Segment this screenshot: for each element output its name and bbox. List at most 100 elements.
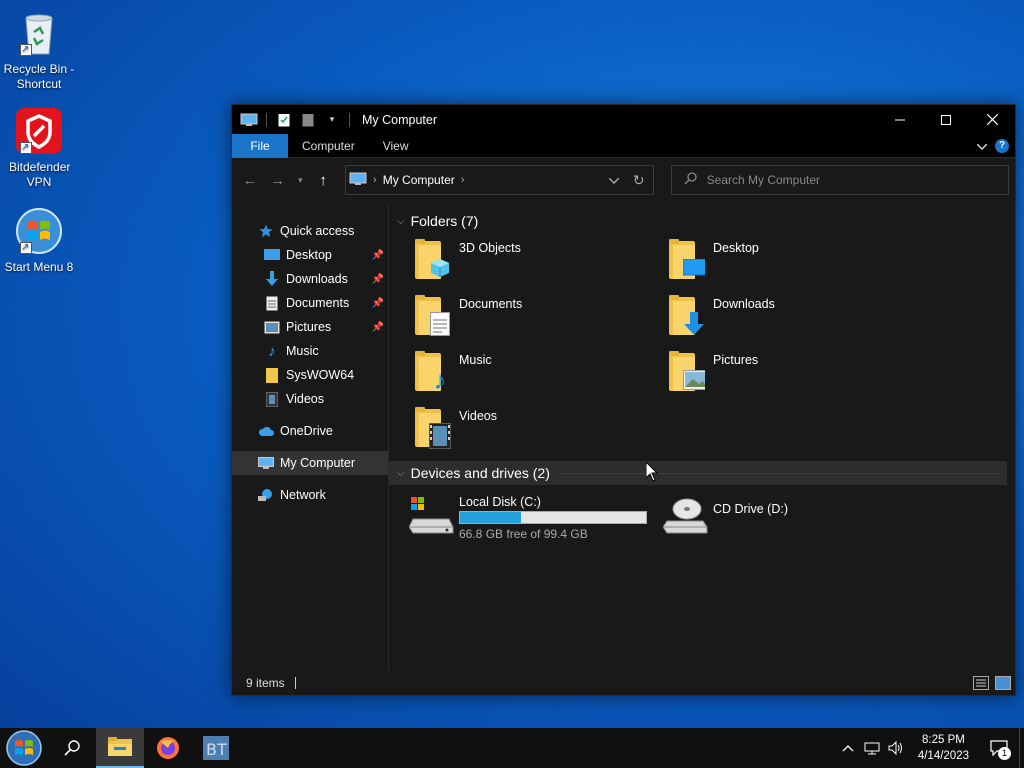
folder-music[interactable]: ♪ Music [413, 349, 667, 397]
3d-objects-folder-icon [413, 237, 453, 281]
start-button[interactable] [0, 728, 48, 768]
pin-icon: 📌 [371, 249, 384, 261]
help-icon[interactable]: ? [995, 138, 1009, 153]
sidebar-item-documents[interactable]: Documents 📌 [232, 291, 388, 315]
desktop-folder-icon [667, 237, 707, 281]
tab-file[interactable]: File [232, 133, 288, 158]
network-status-icon[interactable] [860, 728, 884, 768]
sidebar-item-videos[interactable]: Videos [232, 387, 388, 411]
show-hidden-icons-button[interactable] [836, 728, 860, 768]
customize-toolbar-icon[interactable]: ▾ [323, 112, 341, 128]
item-count: 9 items [246, 676, 285, 690]
tab-view[interactable]: View [369, 134, 423, 158]
new-folder-icon[interactable] [299, 112, 317, 128]
ribbon: File Computer View ? [232, 133, 1015, 158]
taskbar: BT 8:25 PM 4/14/2023 1 [0, 728, 1024, 768]
chevron-down-icon[interactable]: ⌵ [397, 468, 405, 479]
show-desktop-button[interactable] [1019, 728, 1024, 768]
folder-desktop[interactable]: Desktop [667, 237, 921, 285]
minimize-button[interactable] [877, 105, 923, 134]
breadcrumb-chevron-icon[interactable]: › [461, 174, 465, 186]
address-dropdown-icon[interactable] [608, 173, 620, 187]
drive-name: CD Drive (D:) [713, 502, 788, 516]
breadcrumb-chevron-icon[interactable]: › [373, 174, 377, 186]
details-view-button[interactable] [973, 676, 989, 690]
group-header-folders[interactable]: ⌵ Folders (7) [389, 209, 1015, 233]
drive-cd-drive-d[interactable]: CD Drive (D:) [662, 493, 917, 541]
sidebar-item-network[interactable]: Network [232, 483, 388, 507]
forward-button[interactable]: → [266, 168, 290, 192]
start-menu-8-icon [14, 206, 64, 256]
sidebar-item-label: Network [280, 488, 326, 502]
chevron-down-icon[interactable]: ⌵ [397, 216, 405, 227]
sidebar-item-music[interactable]: ♪ Music [232, 339, 388, 363]
sidebar-item-label: OneDrive [280, 424, 333, 438]
videos-folder-icon [413, 405, 453, 449]
search-box[interactable]: Search My Computer [670, 165, 1009, 195]
title-bar[interactable]: ▾ My Computer [232, 105, 1015, 134]
folder-label: Pictures [713, 353, 759, 367]
action-center-button[interactable]: 1 [979, 728, 1019, 768]
cd-drive-icon [662, 493, 709, 537]
desktop-icon-label: Bitdefender VPN [9, 160, 71, 189]
folder-documents[interactable]: Documents [413, 293, 667, 341]
folder-pictures[interactable]: Pictures [667, 349, 921, 397]
status-bar: 9 items [232, 671, 1015, 695]
sidebar-item-label: Music [286, 344, 319, 358]
music-icon: ♪ [268, 342, 276, 360]
up-button[interactable]: ↑ [311, 168, 335, 192]
sidebar-item-quick-access[interactable]: Quick access [232, 219, 388, 243]
recycle-bin-icon [14, 8, 64, 58]
document-icon [264, 295, 280, 311]
folder-label: 3D Objects [459, 241, 521, 255]
sidebar-item-desktop[interactable]: Desktop 📌 [232, 243, 388, 267]
taskbar-search-button[interactable] [48, 728, 96, 768]
navigation-bar: ← → ▾ ↑ › My Computer › ↻ Search My Comp… [232, 158, 1015, 202]
sidebar-item-syswow64[interactable]: SysWOW64 [232, 363, 388, 387]
folder-label: Music [459, 353, 492, 367]
taskbar-file-explorer[interactable] [96, 728, 144, 768]
svg-text:BT: BT [206, 740, 227, 759]
sidebar-item-my-computer[interactable]: My Computer [232, 451, 388, 475]
desktop-icon-recycle-bin[interactable]: Recycle Bin - Shortcut [1, 8, 77, 92]
drive-usage-fill [460, 512, 521, 523]
address-bar[interactable]: › My Computer › ↻ [345, 165, 654, 195]
folder-label: Documents [459, 297, 523, 311]
breadcrumb-my-computer[interactable]: My Computer [383, 173, 455, 187]
desktop-icon-start-menu-8[interactable]: Start Menu 8 [1, 206, 77, 275]
refresh-icon[interactable]: ↻ [633, 172, 645, 189]
taskbar-firefox[interactable] [144, 728, 192, 768]
folder-downloads[interactable]: Downloads [667, 293, 921, 341]
folder-videos[interactable]: Videos [413, 405, 667, 453]
sidebar-item-downloads[interactable]: Downloads 📌 [232, 267, 388, 291]
large-icons-view-button[interactable] [995, 676, 1011, 690]
group-title: Devices and drives (2) [410, 465, 550, 481]
close-button[interactable] [969, 105, 1015, 134]
back-button[interactable]: ← [238, 168, 262, 192]
drive-local-disk-c[interactable]: Local Disk (C:) 66.8 GB free of 99.4 GB [408, 493, 663, 541]
tab-computer[interactable]: Computer [288, 134, 369, 158]
pin-icon: 📌 [371, 321, 384, 333]
bitdefender-icon [14, 106, 64, 156]
folder-3d-objects[interactable]: 3D Objects [413, 237, 667, 285]
sidebar-item-label: Quick access [280, 224, 355, 238]
file-explorer-icon [108, 737, 132, 756]
group-header-devices-and-drives[interactable]: ⌵ Devices and drives (2) [389, 461, 1007, 485]
sidebar-item-pictures[interactable]: Pictures 📌 [232, 315, 388, 339]
sidebar-item-onedrive[interactable]: OneDrive [232, 419, 388, 443]
folder-label: Desktop [713, 241, 759, 255]
clock-date: 4/14/2023 [917, 750, 969, 762]
desktop-icon-bitdefender-vpn[interactable]: Bitdefender VPN [1, 106, 77, 190]
drives-list: Local Disk (C:) 66.8 GB free of 99.4 GB [389, 493, 1015, 541]
folder-label: Videos [459, 409, 497, 423]
expand-ribbon-icon[interactable] [976, 139, 988, 153]
recent-locations-button[interactable]: ▾ [293, 168, 307, 192]
maximize-button[interactable] [923, 105, 969, 134]
volume-icon[interactable] [884, 728, 908, 768]
properties-icon[interactable] [275, 112, 293, 128]
clock[interactable]: 8:25 PM 4/14/2023 [908, 732, 979, 764]
download-icon [264, 271, 280, 287]
search-placeholder: Search My Computer [706, 173, 821, 187]
sidebar-item-label: Downloads [286, 272, 348, 286]
taskbar-bt-app[interactable]: BT [192, 728, 240, 768]
